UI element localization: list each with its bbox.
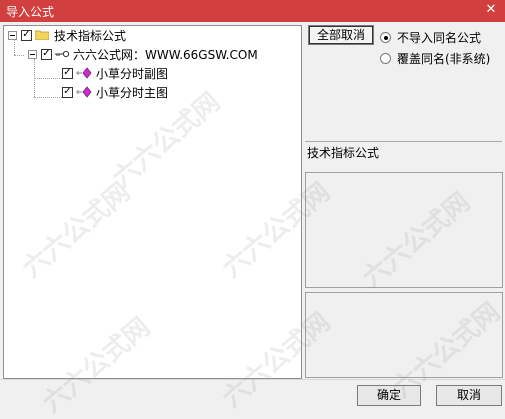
formula-section-label: 技术指标公式 xyxy=(307,146,380,160)
tree-node-label: 小草分时副图 xyxy=(96,66,169,81)
clear-all-button[interactable]: 全部取消 xyxy=(308,25,374,45)
close-icon[interactable]: ✕ xyxy=(483,2,499,18)
formula-section-header: 技术指标公式 xyxy=(305,141,502,172)
collapse-icon[interactable] xyxy=(28,49,37,59)
tree-connector xyxy=(34,97,62,98)
tree-connector xyxy=(14,55,24,56)
formula-tree: ✓ 技术指标公式 ✓ 六六公式网：WWW.66GSW.COM ✓ 小草分时副图 … xyxy=(3,25,302,379)
radio-skip-duplicates[interactable]: 不导入同名公式 xyxy=(380,29,481,46)
import-options: 全部取消 不导入同名公式 覆盖同名(非系统) xyxy=(305,25,502,137)
ok-button[interactable]: 确定 xyxy=(357,385,421,406)
tree-connector xyxy=(34,78,62,79)
tree-node-label: 六六公式网：WWW.66GSW.COM xyxy=(73,47,258,62)
formula-detail-box xyxy=(305,292,503,378)
formula-info-box xyxy=(305,172,503,288)
formula-icon xyxy=(76,86,92,98)
tree-node-label: 技术指标公式 xyxy=(54,28,127,43)
radio-label: 覆盖同名(非系统) xyxy=(397,52,491,66)
footer-divider xyxy=(0,379,505,380)
title-bar: 导入公式 ✕ xyxy=(0,0,505,22)
root-checkbox[interactable]: ✓ xyxy=(21,29,32,41)
cancel-button[interactable]: 取消 xyxy=(436,385,502,406)
radio-label: 不导入同名公式 xyxy=(397,31,482,45)
tree-node-root[interactable]: ✓ 技术指标公式 xyxy=(8,26,126,44)
formula-checkbox[interactable]: ✓ xyxy=(62,86,73,98)
window-title: 导入公式 xyxy=(6,5,55,19)
folder-icon xyxy=(35,30,49,40)
site-checkbox[interactable]: ✓ xyxy=(41,48,52,60)
collapse-icon[interactable] xyxy=(8,30,17,40)
tree-node-site[interactable]: ✓ 六六公式网：WWW.66GSW.COM xyxy=(28,45,258,63)
tree-node-label: 小草分时主图 xyxy=(96,85,169,100)
radio-selected-icon[interactable] xyxy=(380,32,391,43)
key-icon xyxy=(55,50,69,58)
tree-node-formula[interactable]: ✓ 小草分时主图 xyxy=(62,83,168,101)
tree-node-formula[interactable]: ✓ 小草分时副图 xyxy=(62,64,168,82)
radio-unselected-icon[interactable] xyxy=(380,53,391,64)
radio-overwrite-duplicates[interactable]: 覆盖同名(非系统) xyxy=(380,50,490,67)
formula-checkbox[interactable]: ✓ xyxy=(62,67,73,79)
formula-icon xyxy=(76,67,92,79)
